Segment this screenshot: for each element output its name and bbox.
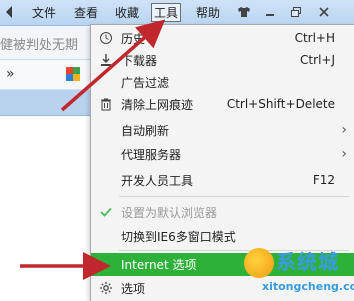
restore-icon[interactable] xyxy=(286,3,306,21)
trash-icon xyxy=(99,97,113,111)
apps-icon[interactable] xyxy=(66,67,80,81)
menu-item-label: 设置为默认浏览器 xyxy=(121,205,218,220)
skin-icon[interactable] xyxy=(234,3,254,21)
submenu-arrow-icon: › xyxy=(341,146,347,162)
close-icon[interactable] xyxy=(314,3,334,21)
menu-item-shortcut: Ctrl+H xyxy=(294,31,335,45)
menu-favorites[interactable]: 收藏 xyxy=(115,4,139,22)
double-chevron-icon[interactable]: » xyxy=(6,66,15,82)
menu-item-clear-history[interactable]: 清除上网痕迹 Ctrl+Shift+Delete xyxy=(91,93,354,115)
menu-item-label: 开发人员工具 xyxy=(121,173,194,188)
menu-item-history[interactable]: 历史 Ctrl+H xyxy=(91,27,354,49)
menu-tools[interactable]: 工具 xyxy=(151,3,182,22)
menu-item-label: 清除上网痕迹 xyxy=(121,97,194,112)
menu-item-label: 历史 xyxy=(121,31,146,46)
menu-item-label: Internet 选项 xyxy=(121,258,197,272)
menu-item-shortcut: Ctrl+J xyxy=(300,53,335,67)
back-arrow-icon[interactable] xyxy=(6,6,12,18)
menu-item-shortcut: Ctrl+Shift+Delete xyxy=(226,97,335,111)
download-icon xyxy=(99,53,113,67)
menu-help[interactable]: 帮助 xyxy=(196,4,220,22)
watermark-logo-icon xyxy=(244,248,274,278)
menu-bar: 文件 查看 收藏 工具 帮助 xyxy=(0,0,354,26)
menu-item-dev-tools[interactable]: 开发人员工具 F12 xyxy=(91,169,354,191)
menu-item-label: 自动刷新 xyxy=(121,123,170,138)
menu-file[interactable]: 文件 xyxy=(32,4,56,22)
menu-item-proxy-server[interactable]: 代理服务器 › xyxy=(91,143,354,165)
menu-item-label: 切换到IE6多窗口模式 xyxy=(121,229,236,244)
submenu-arrow-icon: › xyxy=(341,122,347,138)
history-icon xyxy=(99,31,113,45)
menu-separator xyxy=(119,196,349,197)
watermark-url: xitongcheng.com xyxy=(262,280,354,293)
menu-item-label: 下载器 xyxy=(121,53,158,68)
menu-item-set-default-browser[interactable]: 设置为默认浏览器 xyxy=(91,201,354,223)
menu-item-downloader[interactable]: 下载器 Ctrl+J xyxy=(91,49,354,71)
watermark-title: 系统城 xyxy=(276,250,339,274)
menu-item-shortcut: F12 xyxy=(312,173,335,187)
address-text: 健被判处无期 xyxy=(0,38,79,53)
menu-item-ad-filter[interactable]: 广告过滤 xyxy=(91,71,354,93)
menu-item-label: 选项 xyxy=(121,281,146,296)
menu-item-ie6-mode[interactable]: 切换到IE6多窗口模式 xyxy=(91,225,354,247)
settings-icon xyxy=(99,281,113,295)
menu-item-auto-refresh[interactable]: 自动刷新 › xyxy=(91,119,354,141)
menu-item-label: 广告过滤 xyxy=(121,75,170,90)
menu-item-label: 代理服务器 xyxy=(121,147,182,162)
watermark: 系统城 xitongcheng.com xyxy=(244,246,354,301)
menu-view[interactable]: 查看 xyxy=(74,4,98,22)
check-icon xyxy=(99,205,113,219)
minimize-icon[interactable] xyxy=(260,3,280,21)
